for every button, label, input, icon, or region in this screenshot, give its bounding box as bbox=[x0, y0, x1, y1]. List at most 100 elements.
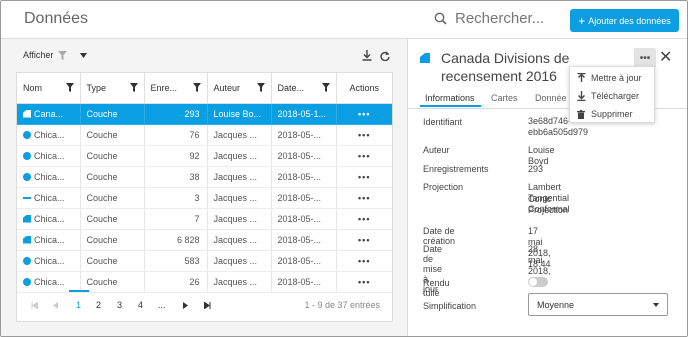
column-header-type[interactable]: Type bbox=[80, 73, 145, 104]
cell-name: Chica... bbox=[17, 124, 81, 146]
cell-author: Jacques ... bbox=[207, 145, 272, 167]
cell-author: Jacques ... bbox=[207, 271, 272, 293]
table-row[interactable]: Chica... Couche 38 Jacques ... 2018-05-... ••… bbox=[17, 166, 392, 188]
add-data-label: Ajouter des données bbox=[588, 15, 671, 26]
cell-author: Jacques ... bbox=[207, 250, 272, 272]
table-row[interactable]: Chica... Couche 3 Jacques ... 2018-05-... ••• bbox=[17, 187, 392, 209]
page-2[interactable]: 2 bbox=[96, 300, 101, 310]
next-page-icon[interactable] bbox=[183, 302, 189, 309]
add-data-button[interactable]: + Ajouter des données bbox=[570, 9, 679, 32]
polygon-layer-icon bbox=[23, 109, 31, 118]
cell-type: Couche bbox=[80, 250, 145, 272]
field-label: Projection bbox=[423, 182, 464, 192]
cell-name: Chica... bbox=[17, 166, 81, 188]
cell-actions: ••• bbox=[336, 145, 392, 167]
cell-name: Cana... bbox=[17, 103, 81, 125]
table-row[interactable]: Chica... Couche 6 828 Jacques ... 2018-05-..… bbox=[17, 229, 392, 251]
table-row[interactable]: Chica... Couche 92 Jacques ... 2018-05-... ••… bbox=[17, 145, 392, 167]
column-header-actions: Actions bbox=[336, 73, 392, 104]
app-window: Données Rechercher... + Ajouter des donn… bbox=[0, 0, 688, 337]
cell-records: 92 bbox=[144, 145, 208, 167]
table-row[interactable]: Chica... Couche 76 Jacques ... 2018-05-... ••… bbox=[17, 124, 392, 146]
row-more-actions-icon[interactable]: ••• bbox=[358, 193, 370, 203]
cell-actions: ••• bbox=[336, 187, 392, 209]
column-label: Enre... bbox=[150, 82, 178, 93]
cell-name-text: Chica... bbox=[34, 234, 65, 245]
menu-item-label: Supprimer bbox=[591, 109, 633, 119]
search-input[interactable]: Rechercher... bbox=[455, 10, 544, 27]
row-more-actions-icon[interactable]: ••• bbox=[358, 277, 370, 287]
table-row[interactable]: Chica... Couche 7 Jacques ... 2018-05-... ••• bbox=[17, 208, 392, 230]
filter-icon[interactable] bbox=[192, 83, 201, 92]
filter-icon[interactable] bbox=[129, 83, 138, 92]
more-actions-button[interactable]: ••• bbox=[634, 48, 656, 68]
cell-author: Jacques ... bbox=[207, 187, 272, 209]
row-more-actions-icon[interactable]: ••• bbox=[358, 214, 370, 224]
tab-donnees[interactable]: Donnée bbox=[535, 93, 567, 103]
column-header-records[interactable]: Enre... bbox=[144, 73, 208, 104]
filter-icon[interactable] bbox=[58, 50, 68, 60]
column-header-name[interactable]: Nom bbox=[17, 73, 81, 104]
plus-icon: + bbox=[578, 13, 586, 28]
cell-name-text: Chica... bbox=[34, 129, 65, 140]
cell-records: 26 bbox=[144, 271, 208, 293]
download-icon[interactable] bbox=[362, 50, 372, 61]
cell-actions: ••• bbox=[336, 208, 392, 230]
column-header-date[interactable]: Date... bbox=[271, 73, 337, 104]
page-1[interactable]: 1 bbox=[68, 290, 90, 310]
cell-date: 2018-05-... bbox=[271, 145, 337, 167]
row-more-actions-icon[interactable]: ••• bbox=[358, 109, 370, 119]
first-page-icon[interactable] bbox=[31, 302, 38, 309]
table-row[interactable]: Chica... Couche 26 Jacques ... 2018-05-... ••… bbox=[17, 271, 392, 293]
menu-item-delete[interactable]: Supprimer bbox=[576, 109, 633, 119]
filter-icon[interactable] bbox=[65, 83, 74, 92]
filter-icon[interactable] bbox=[256, 83, 265, 92]
menu-item-label: Télécharger bbox=[591, 91, 640, 101]
search-box[interactable]: Rechercher... bbox=[434, 10, 544, 27]
cell-type: Couche bbox=[80, 103, 145, 125]
data-table: Nom Type Enre... Auteur Date... Actions … bbox=[16, 72, 393, 322]
dropdown-caret-icon[interactable] bbox=[80, 52, 88, 58]
top-bar: Données Rechercher... + Ajouter des donn… bbox=[1, 1, 687, 39]
tab-cartes[interactable]: Cartes bbox=[491, 93, 518, 103]
cell-date: 2018-05-... bbox=[271, 250, 337, 272]
page-3[interactable]: 3 bbox=[117, 300, 122, 310]
menu-item-update[interactable]: Mettre à jour bbox=[576, 73, 642, 83]
tiled-toggle[interactable] bbox=[528, 277, 548, 287]
row-more-actions-icon[interactable]: ••• bbox=[358, 235, 370, 245]
polygon-layer-icon bbox=[23, 214, 31, 223]
tab-informations[interactable]: Informations bbox=[420, 93, 481, 107]
menu-item-download[interactable]: Télécharger bbox=[576, 91, 639, 101]
simplification-select[interactable]: Moyenne bbox=[528, 293, 668, 316]
cell-date: 2018-05-... bbox=[271, 208, 337, 230]
refresh-icon[interactable] bbox=[380, 51, 390, 61]
row-more-actions-icon[interactable]: ••• bbox=[358, 151, 370, 161]
menu-item-label: Mettre à jour bbox=[591, 73, 642, 83]
cell-author: Jacques ... bbox=[207, 124, 272, 146]
filter-icon[interactable] bbox=[321, 83, 330, 92]
show-filter-label[interactable]: Afficher bbox=[23, 50, 53, 60]
row-more-actions-icon[interactable]: ••• bbox=[358, 172, 370, 182]
row-more-actions-icon[interactable]: ••• bbox=[358, 130, 370, 140]
page-4[interactable]: 4 bbox=[138, 300, 143, 310]
cell-date: 2018-05-... bbox=[271, 187, 337, 209]
last-page-icon[interactable] bbox=[204, 302, 211, 309]
row-more-actions-icon[interactable]: ••• bbox=[358, 256, 370, 266]
cell-type: Couche bbox=[80, 229, 145, 251]
close-icon[interactable]: ✕ bbox=[659, 47, 672, 67]
cell-type: Couche bbox=[80, 124, 145, 146]
search-icon bbox=[434, 12, 447, 25]
cell-name: Chica... bbox=[17, 145, 81, 167]
field-label: Enregistrements bbox=[423, 164, 489, 174]
cell-type: Couche bbox=[80, 145, 145, 167]
cell-actions: ••• bbox=[336, 271, 392, 293]
table-row[interactable]: Chica... Couche 583 Jacques ... 2018-05-... •… bbox=[17, 250, 392, 272]
cell-name-text: Cana... bbox=[34, 108, 64, 119]
column-header-author[interactable]: Auteur bbox=[207, 73, 272, 104]
cell-name-text: Chica... bbox=[34, 150, 65, 161]
cell-name: Chica... bbox=[17, 250, 81, 272]
prev-page-icon[interactable] bbox=[52, 302, 58, 309]
table-row[interactable]: Cana... Couche 293 Louise Bo... 2018-05-1...… bbox=[17, 103, 392, 125]
point-layer-icon bbox=[23, 130, 31, 139]
table-body: Cana... Couche 293 Louise Bo... 2018-05-1...… bbox=[17, 103, 392, 293]
